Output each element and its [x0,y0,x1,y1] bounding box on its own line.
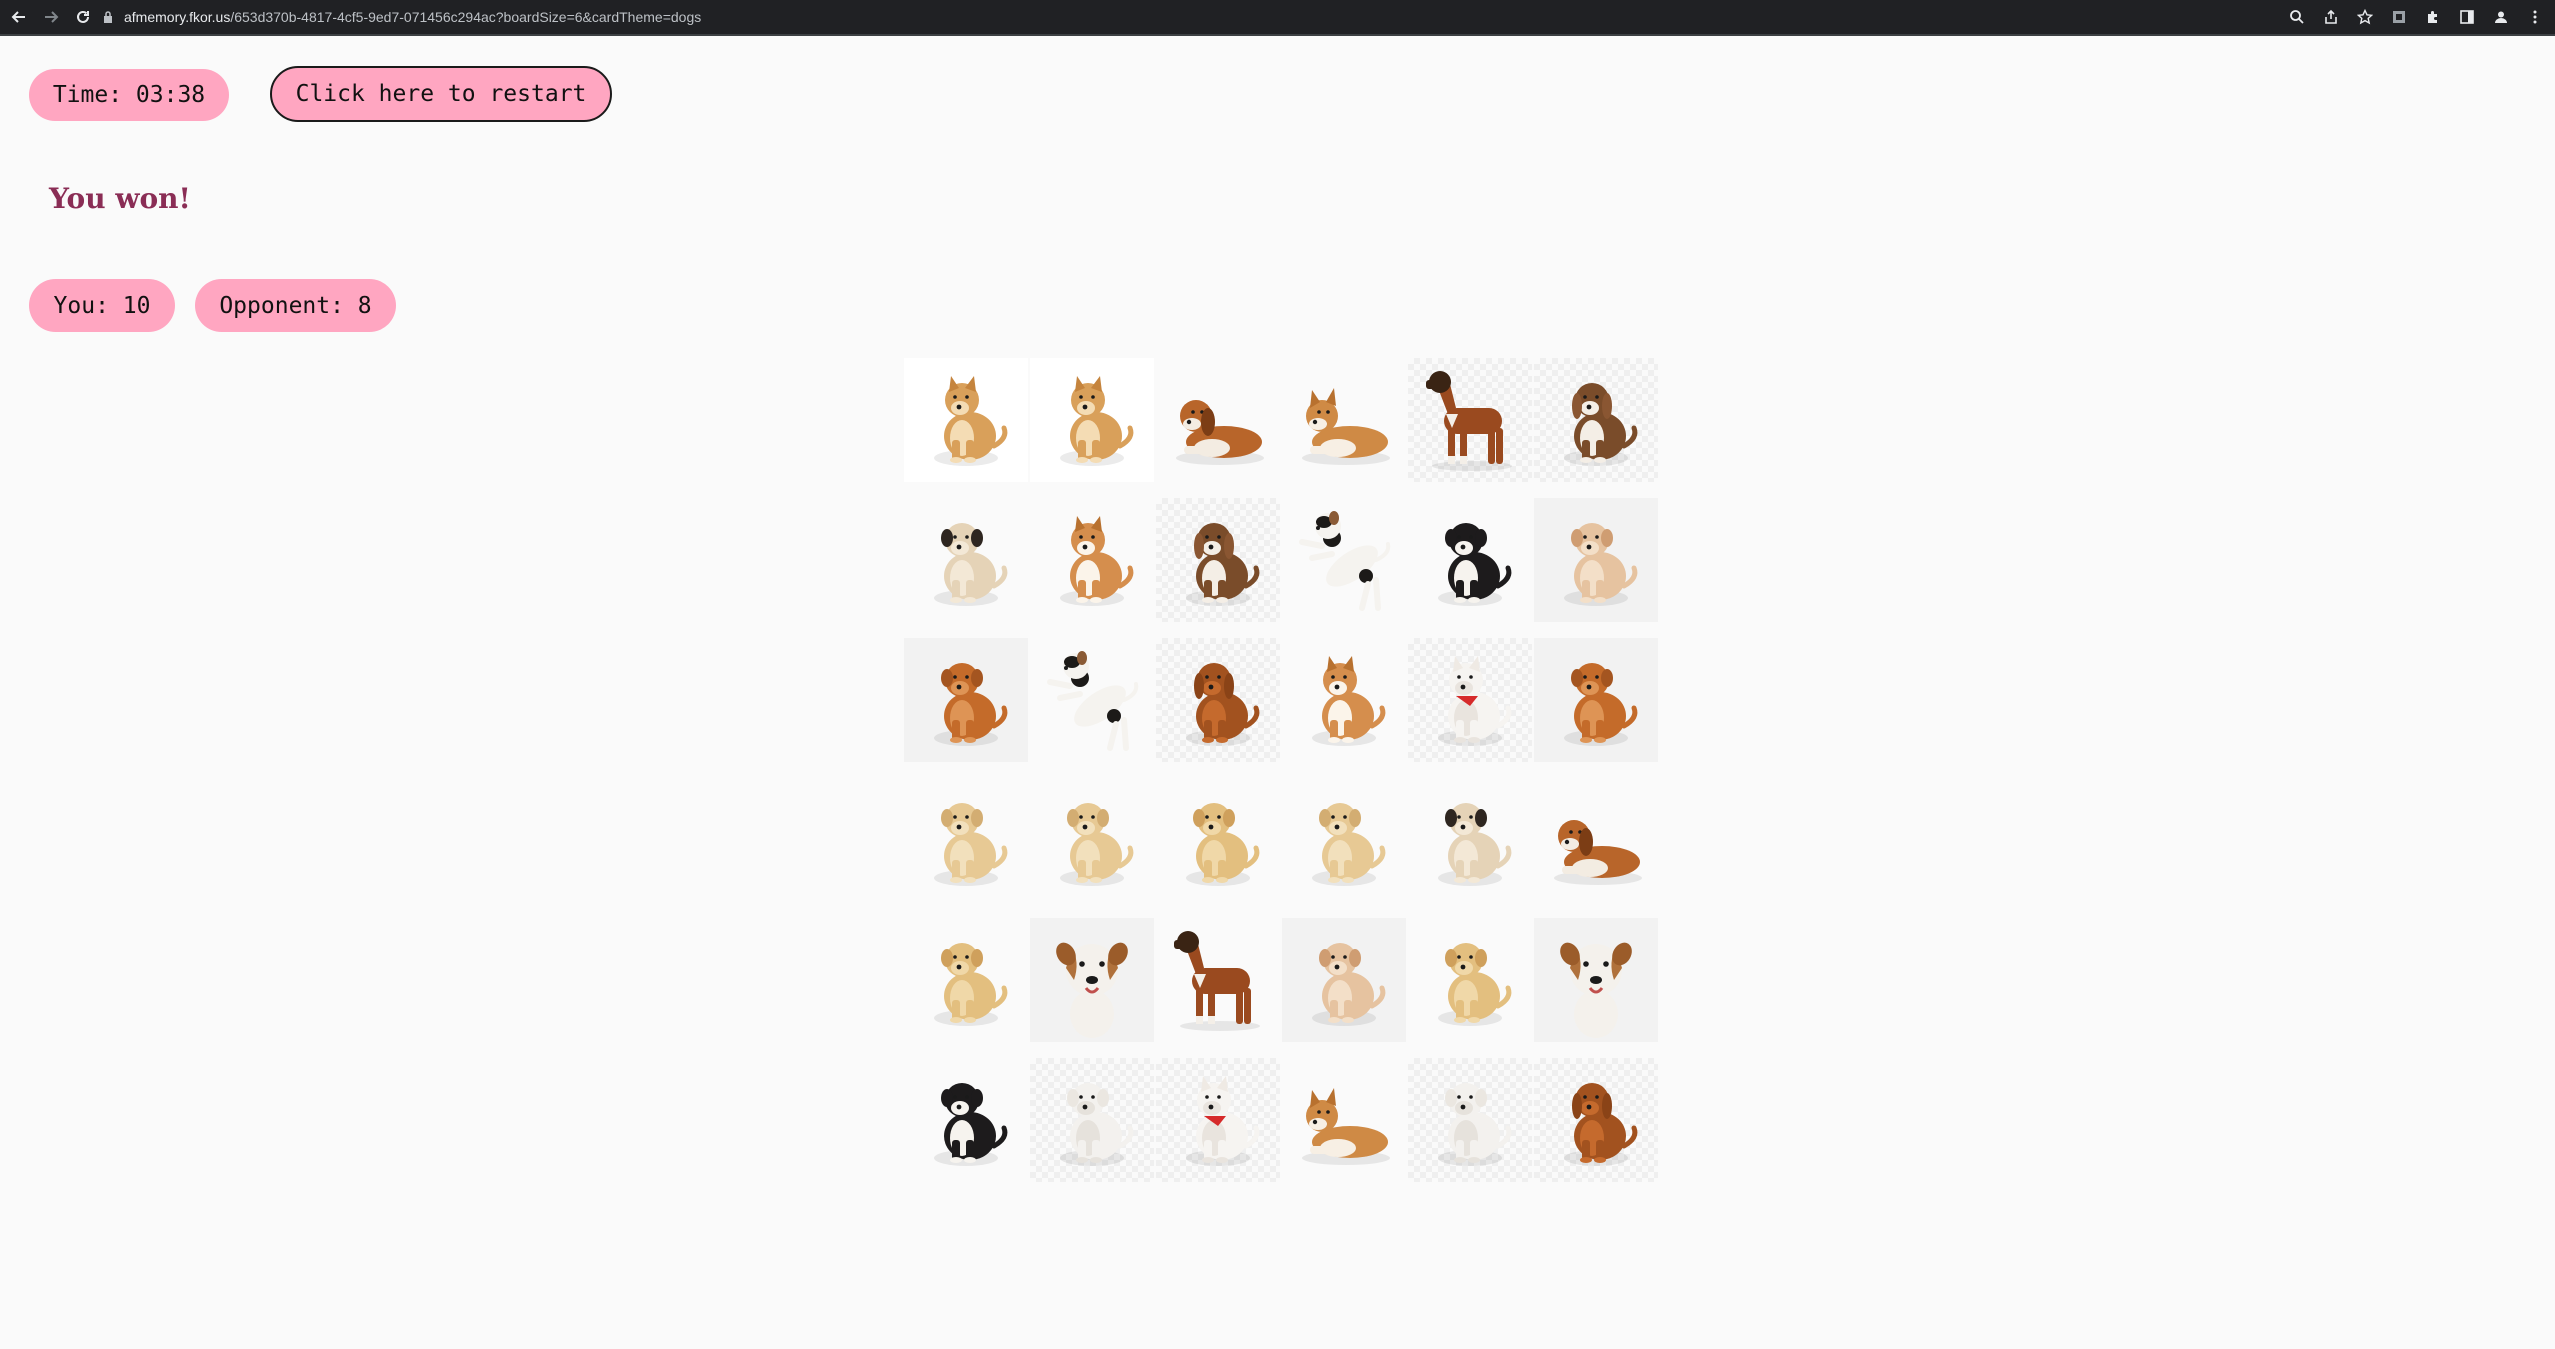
puzzle-icon[interactable] [2423,7,2443,27]
star-icon[interactable] [2355,7,2375,27]
memory-card[interactable] [904,778,1028,902]
dog-puppy-cream-image [934,803,1008,886]
memory-card[interactable] [1156,918,1280,1042]
dog-maltipoo-image [1312,943,1386,1026]
memory-card[interactable] [1030,638,1154,762]
dog-lab-puppy-image [1186,803,1260,886]
dog-puppy-cream-image [1060,803,1134,886]
reload-icon[interactable] [70,4,96,30]
memory-card[interactable] [904,918,1028,1042]
memory-card[interactable] [1282,918,1406,1042]
dog-corgi-front-image [1312,656,1386,746]
menu-icon[interactable] [2525,7,2545,27]
address-bar[interactable]: afmemory.fkor.us /653d370b-4817-4cf5-9ed… [100,4,2370,30]
dog-spaniel-image [1186,663,1260,746]
result-message: You won! [49,182,191,215]
dog-shiba-image [1060,376,1134,466]
memory-card[interactable] [1030,358,1154,482]
toolbar-right [2287,4,2545,30]
memory-card[interactable] [1282,638,1406,762]
dog-corgi-front-image [1060,516,1134,606]
profile-icon[interactable] [2491,7,2511,27]
memory-card[interactable] [1282,778,1406,902]
dog-golden-image [934,663,1008,746]
memory-card[interactable] [1030,498,1154,622]
memory-card[interactable] [904,638,1028,762]
memory-card[interactable] [1282,498,1406,622]
toolbar-divider [0,34,2555,36]
dog-boxer-image [1174,931,1260,1031]
memory-card[interactable] [1030,778,1154,902]
memory-card[interactable] [1156,778,1280,902]
score-you: You: 10 [29,279,175,332]
dog-jack-russell-image [1299,511,1391,611]
memory-card[interactable] [1534,638,1658,762]
extension-icon[interactable] [2389,7,2409,27]
memory-card[interactable] [904,498,1028,622]
memory-card[interactable] [1534,1058,1658,1182]
memory-card[interactable] [1534,358,1658,482]
memory-card[interactable] [904,358,1028,482]
memory-card[interactable] [904,1058,1028,1182]
memory-card[interactable] [1156,498,1280,622]
dog-lab-puppy-image [934,943,1008,1026]
score-opponent: Opponent: 8 [195,279,396,332]
dog-pug-image [1438,803,1512,886]
url-path: /653d370b-4817-4cf5-9ed7-071456c294ac?bo… [230,9,702,25]
memory-card[interactable] [1030,1058,1154,1182]
memory-card[interactable] [1408,778,1532,902]
forward-icon[interactable] [38,4,64,30]
dog-pug-image [934,523,1008,606]
dog-bernese-image [1438,523,1512,606]
memory-card[interactable] [1534,918,1658,1042]
lock-icon[interactable] [100,9,116,25]
dog-beagle-image [1564,383,1638,466]
zoom-icon[interactable] [2287,7,2307,27]
dog-basset-image [1554,820,1642,885]
dog-basset-image [1176,400,1264,465]
dog-jack-russell-image [1047,651,1139,751]
memory-card[interactable] [1408,918,1532,1042]
share-icon[interactable] [2321,7,2341,27]
dog-bernese-image [934,1083,1008,1166]
memory-card[interactable] [1030,918,1154,1042]
dog-corgi-image [1302,388,1390,465]
dog-spaniel-image [1564,1083,1638,1166]
url-domain: afmemory.fkor.us [124,9,231,25]
restart-button[interactable]: Click here to restart [270,66,612,122]
memory-board [904,358,1658,1182]
memory-card[interactable] [1408,1058,1532,1182]
memory-card[interactable] [1156,358,1280,482]
dog-poodle-white-image [1060,1083,1134,1166]
memory-card[interactable] [1282,358,1406,482]
dog-poodle-white-image [1438,1083,1512,1166]
sidepanel-icon[interactable] [2457,7,2477,27]
memory-card[interactable] [1408,638,1532,762]
dog-boxer-image [1426,371,1512,471]
dog-maltipoo-image [1564,523,1638,606]
memory-card[interactable] [1156,638,1280,762]
browser-toolbar: afmemory.fkor.us /653d370b-4817-4cf5-9ed… [0,0,2555,34]
memory-card[interactable] [1534,778,1658,902]
dog-puppy-cream-image [1312,803,1386,886]
memory-card[interactable] [1534,498,1658,622]
memory-card[interactable] [1408,358,1532,482]
back-icon[interactable] [6,4,32,30]
dog-terrier-head-image [1560,942,1632,1038]
memory-card[interactable] [1282,1058,1406,1182]
memory-card[interactable] [1156,1058,1280,1182]
dog-samoyed-image [1186,1076,1260,1166]
dog-samoyed-image [1438,656,1512,746]
dog-shiba-image [934,376,1008,466]
dog-golden-image [1564,663,1638,746]
dog-lab-puppy-image [1438,943,1512,1026]
dog-beagle-image [1186,523,1260,606]
timer-display: Time: 03:38 [29,69,229,121]
memory-card[interactable] [1408,498,1532,622]
dog-terrier-head-image [1056,942,1128,1038]
dog-corgi-image [1302,1088,1390,1165]
